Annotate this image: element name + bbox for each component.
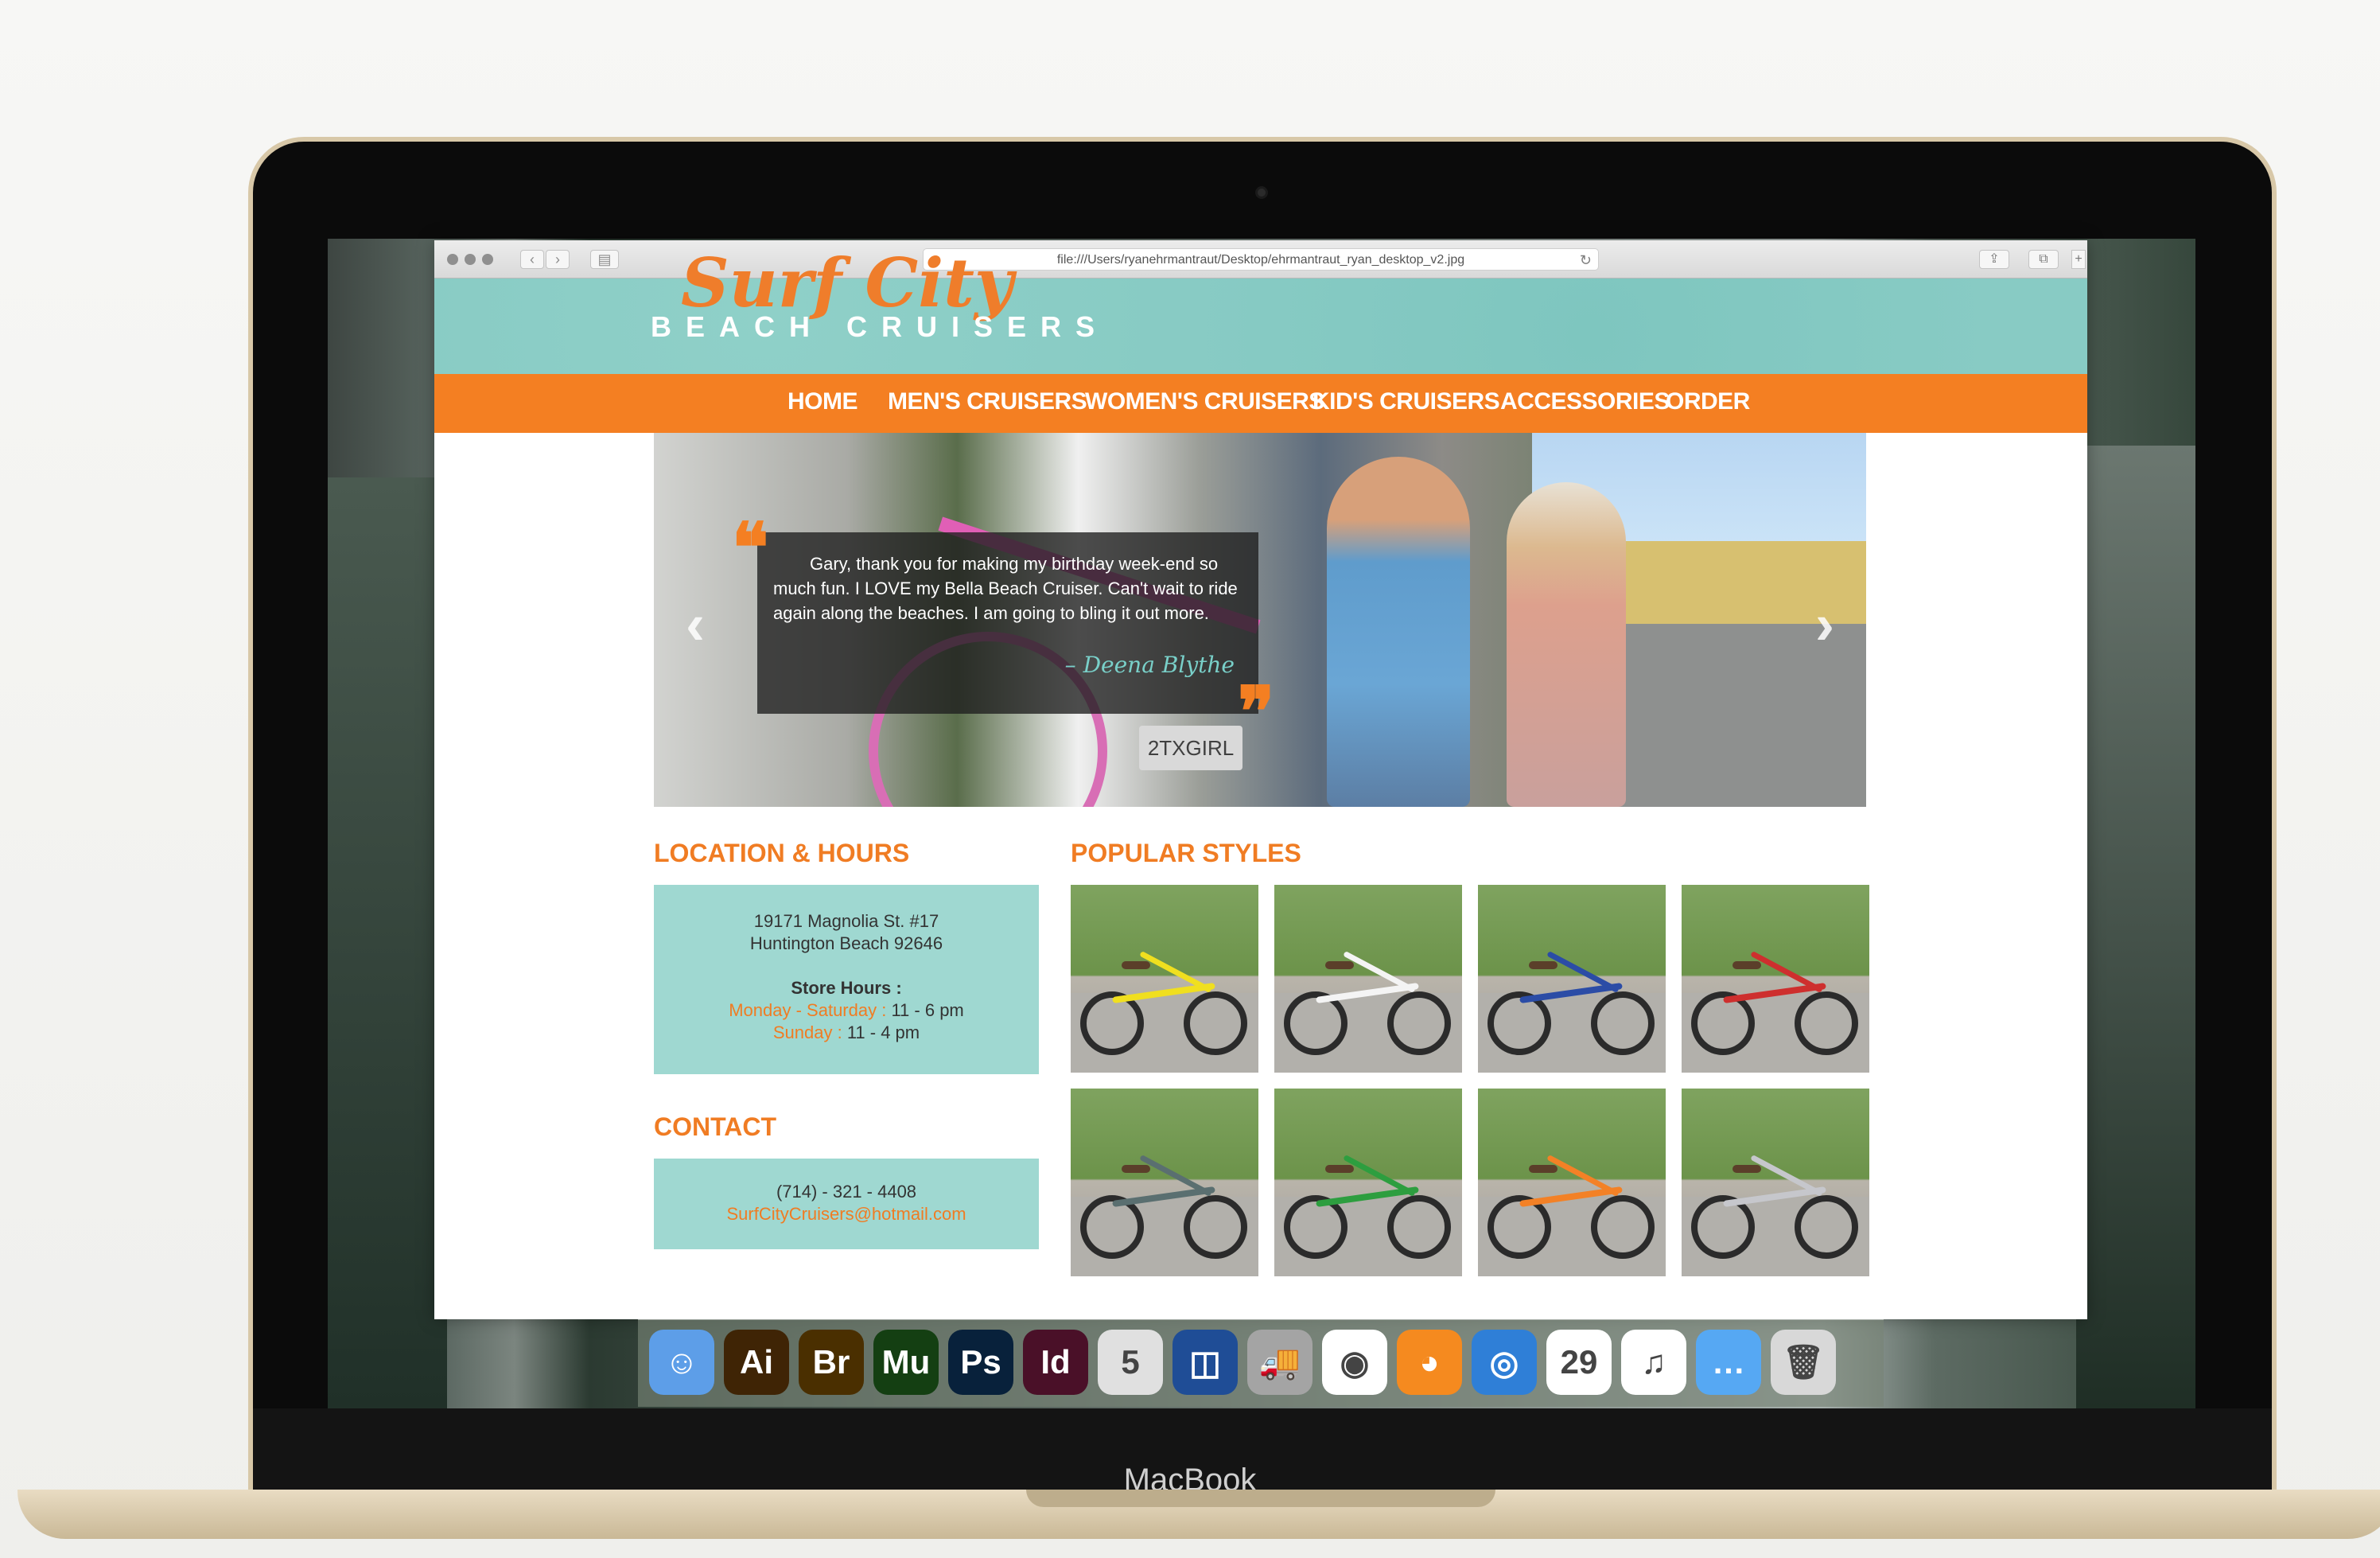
camera-icon [1255,186,1268,199]
popular-styles-grid [1071,885,1869,1283]
main-nav: HOME MEN'S CRUISERS WOMEN'S CRUISERS KID… [434,374,2087,433]
forest-right [2076,446,2195,1408]
style-thumbnail[interactable] [1071,885,1258,1073]
address-line-2: Huntington Beach 92646 [749,933,943,953]
hero-slider: 2TXGIRL Gary, thank you for making my bi… [654,433,1866,807]
tabs-button[interactable]: ⧉ [2028,250,2059,269]
weekday-hours: 11 - 6 pm [886,1000,964,1020]
dock-app-icon[interactable]: Br [799,1330,864,1395]
license-plate: 2TXGIRL [1139,726,1242,770]
style-thumbnail[interactable] [1478,885,1666,1073]
email-link[interactable]: SurfCityCruisers@hotmail.com [654,1203,1039,1225]
forest-left [328,477,447,1408]
nav-item-womens[interactable]: WOMEN'S CRUISERS [1085,388,1324,415]
dock-app-icon[interactable]: Ai [724,1330,789,1395]
phone-number: (714) - 321 - 4408 [776,1182,917,1202]
bike-wheel-rear [1184,1195,1247,1259]
hero-person-woman [1507,482,1626,807]
open-quote-icon: ❝ [732,508,769,588]
dock-app-icon[interactable]: ♫ [1621,1330,1686,1395]
testimonial-text: Gary, thank you for making my birthday w… [773,554,1238,623]
logo-main-text: BEACH CRUISERS [651,310,1110,343]
close-quote-icon: ❞ [1238,672,1275,752]
bike-seat [1325,961,1354,969]
previous-slide-icon[interactable]: ‹ [686,592,705,657]
bike-seat [1732,1165,1761,1173]
testimonial-author: – Deena Blythe [1064,652,1235,678]
bike-wheel-rear [1795,1195,1858,1259]
location-title: LOCATION & HOURS [654,839,910,867]
weekday-label: Monday - Saturday : [729,1000,887,1020]
address-url: file:///Users/ryanehrmantraut/Desktop/eh… [1056,253,1465,267]
dock-app-icon[interactable]: 🚚 [1247,1330,1312,1395]
style-thumbnail[interactable] [1682,885,1869,1073]
hero-person-man [1327,457,1470,807]
minimize-window-icon[interactable] [465,254,476,265]
laptop-notch [1026,1490,1495,1507]
dock-app-icon[interactable]: Ps [948,1330,1013,1395]
nav-item-kids[interactable]: KID'S CRUISERS [1312,388,1500,415]
bike-wheel-rear [1387,991,1451,1055]
zoom-window-icon[interactable] [482,254,493,265]
store-hours-title: Store Hours : [791,978,902,998]
bike-wheel-rear [1591,1195,1655,1259]
forward-button[interactable]: › [546,250,570,269]
dock-app-icon[interactable]: Id [1023,1330,1088,1395]
sidebar-toggle-button[interactable]: ▤ [590,250,619,269]
dock-app-icon[interactable]: … [1696,1330,1761,1395]
site-header: Surf City BEACH CRUISERS [434,243,2087,374]
dock-app-icon[interactable]: ☺ [649,1330,714,1395]
bike-seat [1122,961,1150,969]
address-line-1: 19171 Magnolia St. #17 [753,911,939,931]
next-slide-icon[interactable]: › [1815,592,1834,657]
new-tab-button[interactable]: + [2071,250,2086,269]
style-thumbnail[interactable] [1274,885,1462,1073]
dock-app-icon[interactable]: 5 [1098,1330,1163,1395]
bike-seat [1529,961,1558,969]
sunday-hours: 11 - 4 pm [842,1022,920,1042]
bike-seat [1122,1165,1150,1173]
style-thumbnail[interactable] [1071,1089,1258,1276]
dock-app-icon[interactable]: 🗑 [1771,1330,1836,1395]
contact-box: (714) - 321 - 4408 SurfCityCruisers@hotm… [654,1159,1039,1249]
dock-app-icon[interactable]: 29 [1546,1330,1612,1395]
bike-wheel-rear [1795,991,1858,1055]
bike-wheel-rear [1591,991,1655,1055]
testimonial-box: Gary, thank you for making my birthday w… [757,532,1258,714]
address-bar[interactable]: file:///Users/ryanehrmantraut/Desktop/eh… [923,248,1599,271]
desktop-scene: ‹ › ▤ file:///Users/ryanehrmantraut/Desk… [0,0,2380,1558]
nav-item-home[interactable]: HOME [788,388,858,415]
macos-dock: ☺ Ai Br Mu Ps Id 5 ◫ 🚚 ◉ ◕ ◎ 29 ♫… 🗑 [638,1319,1884,1407]
sunday-hours-row: Sunday : 11 - 4 pm [654,1022,1039,1044]
share-button[interactable]: ⇪ [1979,250,2009,269]
dock-app-icon[interactable]: ◫ [1172,1330,1238,1395]
weekday-hours-row: Monday - Saturday : 11 - 6 pm [654,999,1039,1022]
nav-item-accessories[interactable]: ACCESSORIES [1500,388,1670,415]
dock-app-icon[interactable]: ◕ [1397,1330,1462,1395]
location-box: 19171 Magnolia St. #17 Huntington Beach … [654,885,1039,1074]
popular-title: POPULAR STYLES [1071,839,1301,867]
contact-title: CONTACT [654,1112,777,1141]
bike-seat [1529,1165,1558,1173]
browser-window: ‹ › ▤ file:///Users/ryanehrmantraut/Desk… [434,240,2087,1319]
sunday-label: Sunday : [772,1022,842,1042]
reload-icon[interactable]: ↻ [1580,249,1592,271]
bike-wheel-rear [1184,991,1247,1055]
style-thumbnail[interactable] [1478,1089,1666,1276]
dock-app-icon[interactable]: ◎ [1472,1330,1537,1395]
bike-seat [1732,961,1761,969]
close-window-icon[interactable] [447,254,458,265]
style-thumbnail[interactable] [1682,1089,1869,1276]
dock-app-icon[interactable]: Mu [873,1330,939,1395]
bike-wheel-rear [1387,1195,1451,1259]
nav-item-order[interactable]: ORDER [1666,388,1750,415]
dock-app-icon[interactable]: ◉ [1322,1330,1387,1395]
nav-item-mens[interactable]: MEN'S CRUISERS [888,388,1087,415]
back-button[interactable]: ‹ [520,250,544,269]
style-thumbnail[interactable] [1274,1089,1462,1276]
bike-seat [1325,1165,1354,1173]
